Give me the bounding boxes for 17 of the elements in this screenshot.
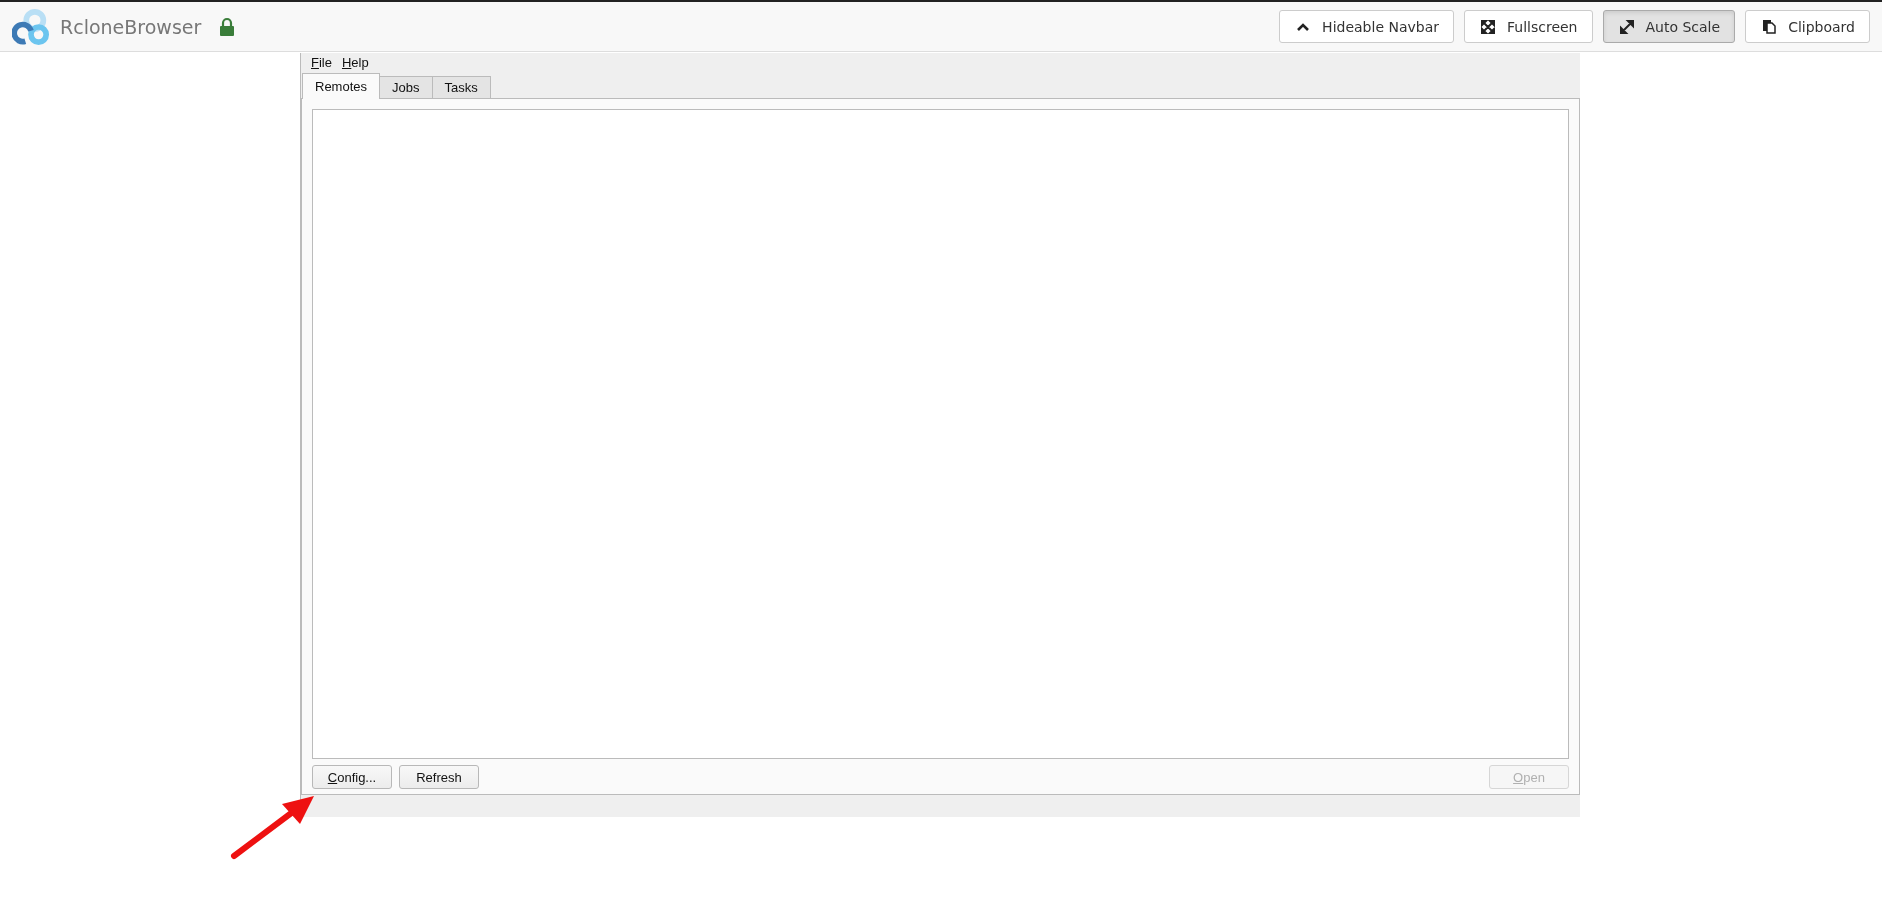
push-button[interactable]: Refresh bbox=[399, 765, 479, 789]
tab[interactable]: Tasks bbox=[431, 76, 491, 98]
push-button[interactable]: Config... bbox=[312, 765, 392, 789]
chevron-up-icon bbox=[1296, 21, 1311, 32]
clipboard-icon bbox=[1762, 19, 1777, 34]
logo-icon bbox=[12, 7, 50, 46]
tab[interactable]: Jobs bbox=[379, 76, 433, 98]
expand-icon bbox=[1481, 19, 1495, 34]
resize-icon bbox=[1619, 19, 1634, 34]
navbar-button[interactable]: Auto Scale bbox=[1602, 10, 1736, 43]
navbar-button[interactable]: Hideable Navbar bbox=[1279, 10, 1454, 43]
menu-item[interactable]: Help bbox=[337, 55, 373, 70]
tab[interactable]: Remotes bbox=[302, 73, 381, 99]
app-title: RcloneBrowser bbox=[60, 15, 202, 38]
menu-item[interactable]: File bbox=[307, 55, 336, 70]
navbar-button[interactable]: Fullscreen bbox=[1464, 10, 1593, 43]
navbar-button[interactable]: Clipboard bbox=[1745, 10, 1870, 43]
